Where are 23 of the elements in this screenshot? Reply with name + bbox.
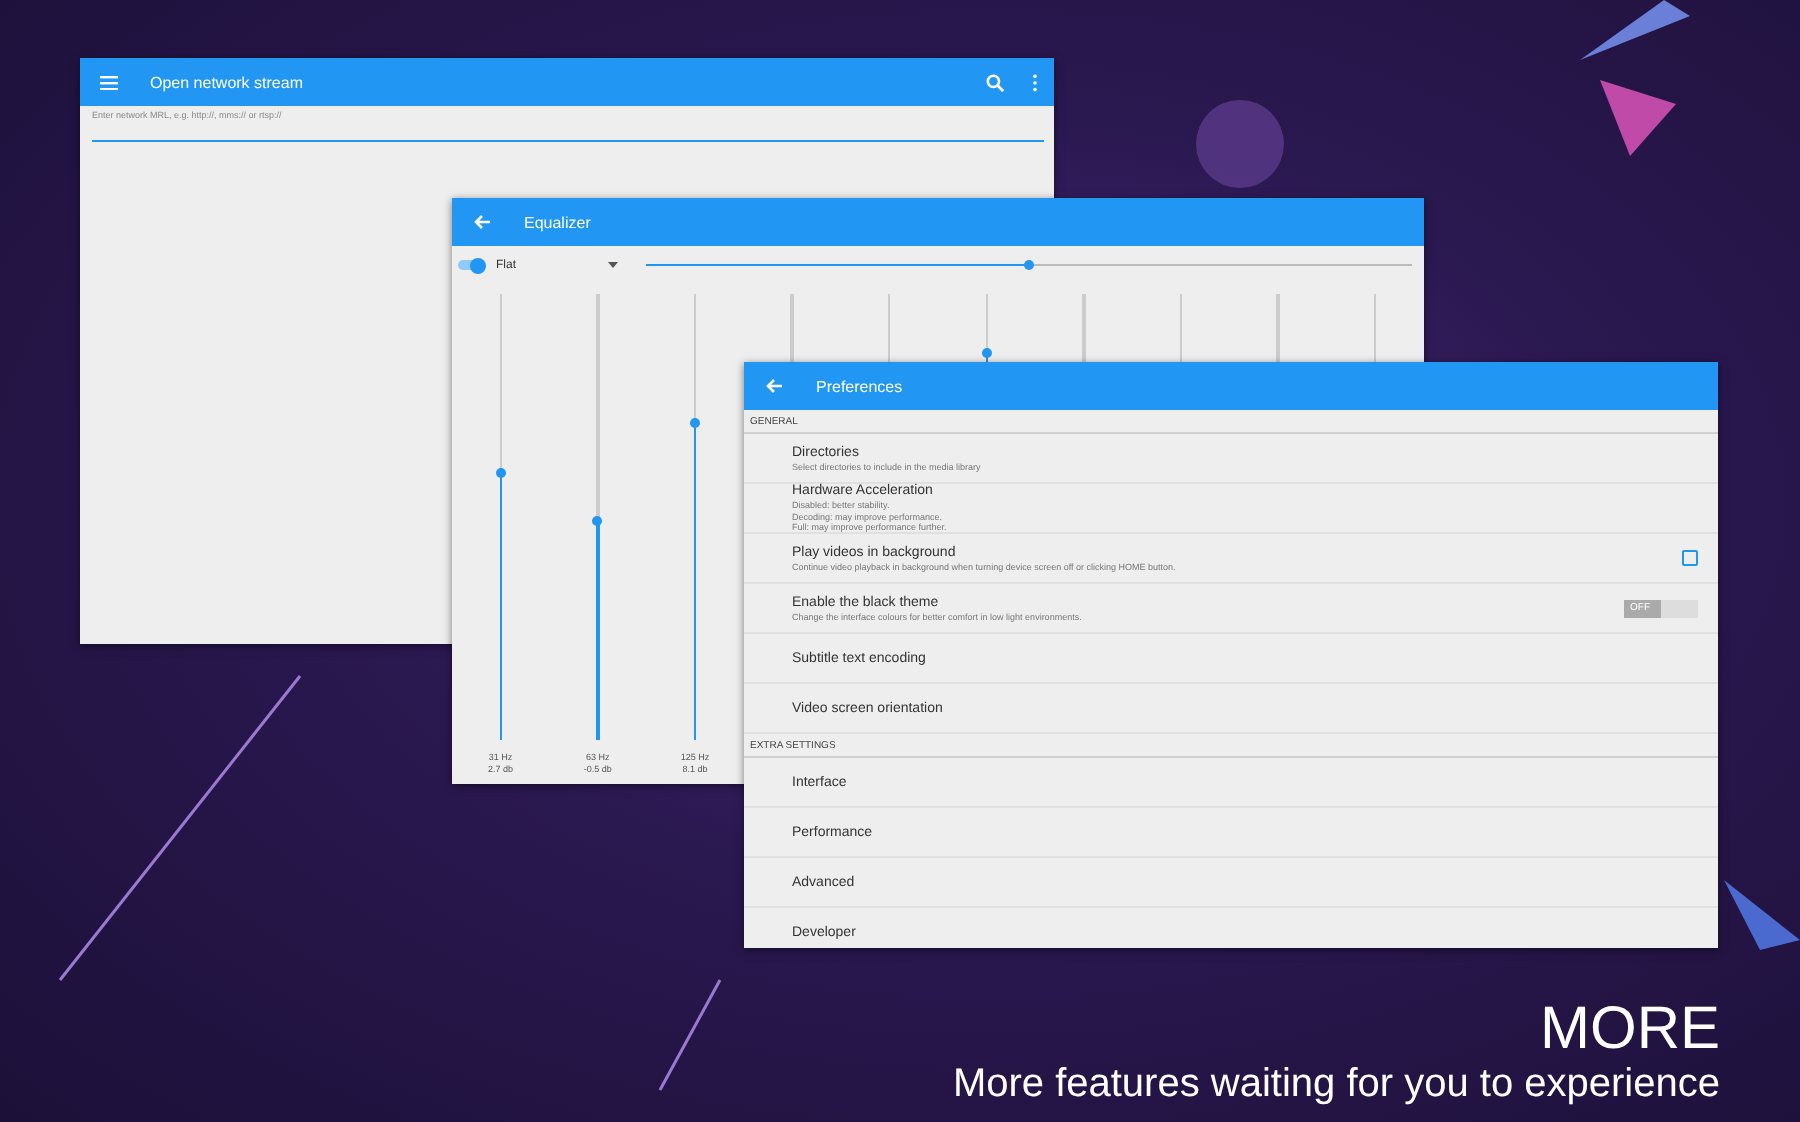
- back-arrow-icon[interactable]: [472, 212, 492, 232]
- slider-thumb[interactable]: [592, 516, 603, 527]
- promo-tagline: More features waiting for you to experience: [952, 1060, 1720, 1108]
- search-icon[interactable]: [986, 73, 1004, 91]
- slider-thumb[interactable]: [689, 418, 700, 429]
- diagonal-line: [658, 979, 722, 1091]
- checkbox[interactable]: [1682, 550, 1698, 566]
- more-options-icon[interactable]: [1032, 73, 1038, 91]
- slider-thumb[interactable]: [495, 467, 506, 478]
- menu-icon[interactable]: [100, 75, 118, 89]
- promo-headline: MORE: [1540, 1000, 1720, 1060]
- window-title: Open network stream: [150, 73, 303, 91]
- planet-drawing: [1196, 100, 1284, 188]
- dropdown-caret-icon[interactable]: [608, 262, 618, 268]
- equalizer-switch[interactable]: [458, 260, 484, 270]
- triangle-drawing: [1580, 0, 1690, 60]
- back-arrow-icon[interactable]: [764, 376, 784, 396]
- triangle-drawing: [1600, 80, 1676, 156]
- slider-thumb[interactable]: [1024, 259, 1034, 270]
- window-title: Preferences: [816, 377, 903, 395]
- window-title: Equalizer: [524, 213, 591, 231]
- slider-thumb[interactable]: [981, 347, 992, 357]
- triangle-drawing: [1724, 880, 1800, 950]
